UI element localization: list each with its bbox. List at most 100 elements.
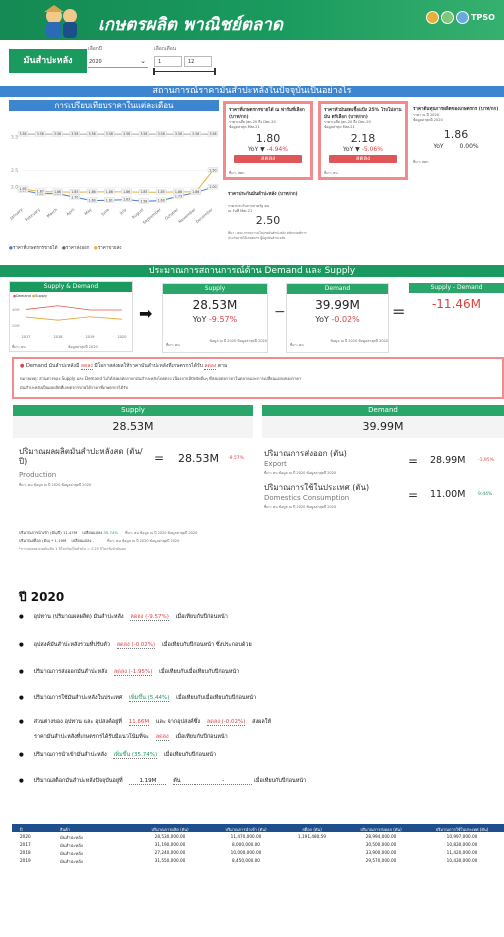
data-table: ปี สินค้า ปริมาณการผลิต (ตัน) ปริมาณการนำเข… [12,824,504,869]
production-en: Production [19,471,57,479]
table-header-cell[interactable]: ปริมาณการนำเข้า (ตัน) [210,826,282,833]
supply-value: 28.53M [192,298,238,312]
legend-item-farm: ราคาที่เกษตรกรขายได้ [12,246,58,251]
x-tick-label: October [164,207,180,221]
bullet-icon: ● [20,363,25,369]
table-header-cell[interactable]: ปริมาณการส่งออก (ตัน) [342,826,420,833]
month-to-value: 12 [188,59,195,65]
bullet-icon: ● [19,752,24,758]
note-highlight: ลดลง [204,363,217,370]
demand-yoy: YoY -0.02% [287,315,388,324]
data-label: 3.58 [37,132,44,136]
table-header-cell[interactable]: ปริมาณการผลิต (ตัน) [130,826,210,833]
price-card-guarantee: ราคาประกันมันสำปะหลัง (บาท/กก) ราคาประกั… [226,188,313,264]
product-selector[interactable]: มันสำปะหลัง [9,49,87,73]
production-source: ที่มา: คน ข้อมูล ณ ปี 2020 ข้อมูลล่าสุดป… [19,483,92,487]
yoy-label: YoY ▼ [248,146,265,153]
note-line1: ● Demand มันสำปะหลังมี ลดลง มีโอกาสส่งผล… [20,362,227,370]
summary-value: เพิ่มขึ้น (5.44%) [129,695,170,702]
note-highlight: ลดลง [80,363,93,370]
theme-icon[interactable] [426,11,439,24]
demand-total: 39.99M [262,416,504,438]
card-title: ราคาต้นทุนการผลิตของเกษตรกร (บาท/กก) [413,107,499,112]
table-cell: 8,000,000.00 [232,842,260,847]
summary-text: อุปทาน (ปริมาณผลผลิต) มันสำปะหลัง [33,614,124,620]
yoy-label: YoY ▼ [343,146,360,153]
x-tick-label: March [46,207,59,219]
equals-sign: = [154,451,165,465]
supply-total-value: 28.53M [112,420,154,433]
table-cell: 28,530,000.00 [154,834,186,839]
data-label: 3.58 [106,132,113,136]
slider-handle-left[interactable] [153,68,155,75]
stock-text: ปริมาณสต็อก (ตัน) * 1.19M [19,538,67,543]
slider-handle-right[interactable] [214,68,216,75]
summary-text: ปริมาณการใช้มันสำปะหลังในประเทศ [33,695,123,701]
table-header-cell[interactable]: ปริมาณการใช้ในประเทศ (ตัน) [420,826,504,833]
app-title: เกษตรผลิต พาณิชย์ตลาด [98,15,283,35]
equals-sign: = [408,488,419,502]
data-label: 3.58 [54,132,61,136]
export-source: ที่มา: คน ข้อมูล ณ ปี 2020 ข้อมูลล่าสุดป… [264,471,337,475]
month-from-input[interactable]: 1 [154,56,182,67]
table-header-cell[interactable]: สินค้า [60,826,130,833]
price-chart-panel: การเปรียบเทียบราคาในแต่ละเดือน 3.5 2.5 2.0… [9,100,219,268]
supply-yoy: YoY -9.57% [163,315,267,324]
table-cell: 27,240,000.00 [154,850,186,855]
equals-sign: = [392,302,406,321]
summary-item: ● ปริมาณการใช้มันสำปะหลังในประเทศ เพิ่มข… [19,694,256,702]
month-slider[interactable] [153,68,216,75]
summary-text: ปริมาณการนำเข้ามันสำปะหลัง [33,752,107,758]
note-text: ตาม [217,363,228,369]
sd-chart-title-bar: Supply & Demand [10,282,132,292]
card-source: ที่มา: สศก. [229,171,246,175]
summary-value: 1.19M [129,778,167,785]
bullet-icon: ● [19,778,24,784]
x-tick-label: 2020 [118,335,127,339]
y-tick-label: 20M [12,324,19,328]
domestic-source: ที่มา: คน ข้อมูล ณ ปี 2020 ข้อมูลล่าสุดป… [264,505,337,509]
section-sd-header: ประมาณการสถานการณ์ด้าน Demand และ Supply [0,265,504,277]
x-tick-label: May [83,207,93,217]
y-tick-label: 40M [12,308,19,312]
summary-value: 11.66M [128,719,150,726]
table-header-cell[interactable]: สต็อก (ตัน) [282,826,342,833]
card-title: ราคาประกันมันสำปะหลัง (บาท/กก) [228,192,298,197]
summary-gap: ● ส่วนต่างของ อุปทาน และ อุปสงค์อยู่ที่ … [19,718,271,726]
data-label: 3.58 [71,132,78,136]
diff-card-title: Supply - Demand [409,283,504,293]
x-tick-label: November [177,207,196,224]
x-tick-label: September [142,207,162,225]
table-header-cell[interactable]: ปี [20,826,60,833]
product-label: มันสำปะหลัง [23,56,73,66]
farmer-logo-icon [40,2,80,38]
summary-text: เมื่อเทียบกับเมื่อเทียบกับปีก่อนหน้า [159,669,240,675]
card-date: ข้อมูล ณ ปี 2020 ข้อมูลล่าสุดปี 2020 [330,339,388,343]
data-label: 1.86 [175,190,182,194]
thai-flag-icon[interactable] [441,11,454,24]
year-select[interactable]: 2020 ⌄ [88,56,148,68]
note-text: Demand มันสำปะหลังมี [25,363,80,369]
year-label: เลือกปี [88,46,102,52]
table-row: 2019 มันสำปะหลัง 31,550,000.00 8,450,000.00… [12,857,504,865]
note-line3: มันสำปะหลังเป็นผลผลิตที่เกษตรกรขายได้ราค… [20,385,128,390]
month-to-input[interactable]: 12 [184,56,212,67]
chevron-down-icon: ⌄ [140,57,146,65]
table-cell: 31,190,000.00 [154,842,186,847]
section-price-title: สถานการณ์ราคามันสำปะหลังในปัจจุบันเป็นอย… [152,86,352,96]
note-line2: หมายเหตุ: ส่วนต่างของ Supply และ Demand … [20,376,302,381]
data-label: 1.87 [37,190,44,194]
summary-import: ● ปริมาณการนำเข้ามันสำปะหลัง เพิ่มขึ้น (… [19,751,216,759]
table-cell: 8,450,000.00 [232,858,260,863]
demand-value: 39.99M [315,298,360,312]
price-chart-title: การเปรียบเทียบราคาในแต่ละเดือน [54,101,174,110]
summary-item: ● อุปทาน (ปริมาณผลผลิต) มันสำปะหลัง ลดลง… [19,613,228,621]
production-yoy: -9.57% [228,456,244,461]
info-icon[interactable] [456,11,469,24]
diff-card: Supply - Demand -11.46M [409,283,504,353]
card-source: ที่มา: คน [166,343,180,347]
domestic-value: 11.00M [430,489,466,500]
price-card-cost: ราคาต้นทุนการผลิตของเกษตรกร (บาท/กก) ราค… [411,101,504,180]
summary-value: ลดลง (-0.02%) [116,642,156,649]
table-cell: มันสำปะหลัง [60,843,83,848]
